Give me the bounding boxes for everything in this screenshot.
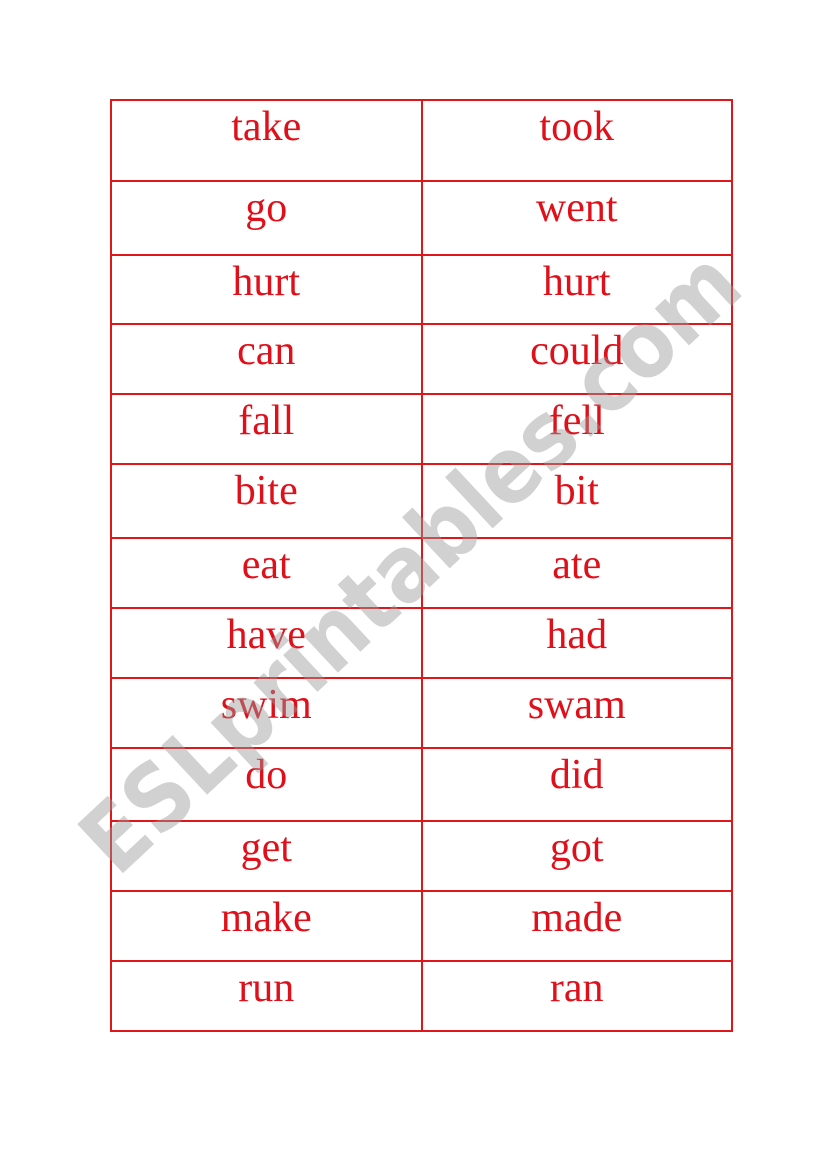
past-form-cell: could: [420, 323, 733, 395]
table-row: go went: [110, 180, 733, 256]
past-form-cell: bit: [420, 463, 733, 539]
table-row: eat ate: [110, 537, 733, 609]
base-form-cell: can: [110, 323, 423, 395]
past-form-cell: fell: [420, 393, 733, 465]
past-form-cell: swam: [420, 677, 733, 749]
table-row: get got: [110, 820, 733, 892]
base-form-cell: bite: [110, 463, 423, 539]
base-form-cell: have: [110, 607, 423, 679]
table-row: make made: [110, 890, 733, 962]
base-form-cell: go: [110, 180, 423, 256]
base-form-cell: make: [110, 890, 423, 962]
past-form-cell: made: [420, 890, 733, 962]
past-form-cell: hurt: [420, 254, 733, 325]
past-form-cell: went: [420, 180, 733, 256]
table-row: have had: [110, 607, 733, 679]
table-row: swim swam: [110, 677, 733, 749]
past-form-cell: had: [420, 607, 733, 679]
base-form-cell: fall: [110, 393, 423, 465]
table-row: bite bit: [110, 463, 733, 539]
base-form-cell: swim: [110, 677, 423, 749]
past-form-cell: got: [420, 820, 733, 892]
base-form-cell: run: [110, 960, 423, 1032]
past-form-cell: ran: [420, 960, 733, 1032]
base-form-cell: hurt: [110, 254, 423, 325]
past-form-cell: did: [420, 747, 733, 822]
past-form-cell: ate: [420, 537, 733, 609]
table-row: fall fell: [110, 393, 733, 465]
past-form-cell: took: [420, 99, 733, 182]
base-form-cell: eat: [110, 537, 423, 609]
table-row: can could: [110, 323, 733, 395]
base-form-cell: take: [110, 99, 423, 182]
table-row: do did: [110, 747, 733, 822]
table-row: take took: [110, 99, 733, 182]
base-form-cell: get: [110, 820, 423, 892]
table-row: run ran: [110, 960, 733, 1032]
table-row: hurt hurt: [110, 254, 733, 325]
verb-table: take took go went hurt hurt can could fall fell bi…: [110, 99, 733, 1032]
base-form-cell: do: [110, 747, 423, 822]
